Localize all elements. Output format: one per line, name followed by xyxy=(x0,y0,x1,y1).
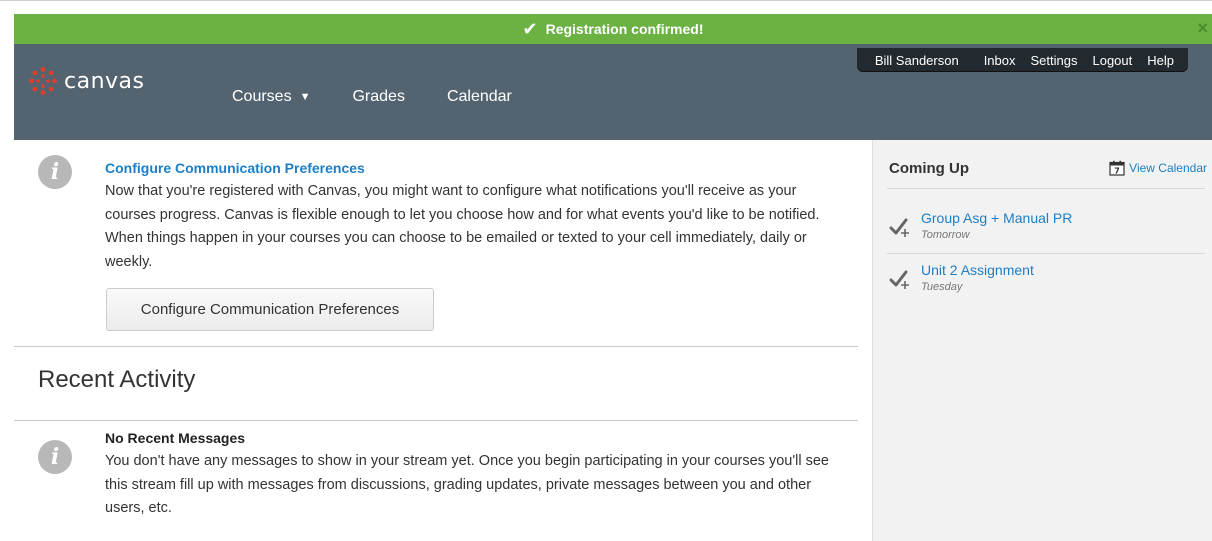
sidebar-divider xyxy=(887,253,1205,254)
banner-message: Registration confirmed! xyxy=(545,21,704,37)
assignment-check-icon xyxy=(889,270,909,289)
nav-courses-label: Courses xyxy=(232,88,292,105)
registration-banner: ✔ Registration confirmed! × xyxy=(14,14,1212,44)
inbox-link[interactable]: Inbox xyxy=(984,53,1016,68)
canvas-app: ✔ Registration confirmed! × canvas Cours… xyxy=(14,14,1212,541)
checkmark-icon: ✔ xyxy=(522,19,538,39)
dashboard-main: i Configure Communication Preferences No… xyxy=(14,140,872,541)
view-calendar-label: View Calendar xyxy=(1129,161,1207,175)
user-menu-bar: Bill Sanderson Inbox Settings Logout Hel… xyxy=(856,48,1188,72)
close-icon[interactable]: × xyxy=(1197,19,1208,37)
nav-courses[interactable]: Courses ▼ xyxy=(232,88,310,106)
logout-link[interactable]: Logout xyxy=(1092,53,1132,68)
global-header: canvas Courses ▼ Grades Calendar Bill Sa… xyxy=(14,44,1212,140)
nav-grades-label: Grades xyxy=(352,88,405,105)
canvas-logo-icon xyxy=(29,67,57,95)
coming-up-item-date: Tomorrow xyxy=(921,229,970,241)
configure-preferences-button[interactable]: Configure Communication Preferences xyxy=(106,288,434,331)
chevron-down-icon: ▼ xyxy=(299,91,311,103)
main-nav: Courses ▼ Grades Calendar xyxy=(232,88,554,106)
recent-activity-heading: Recent Activity xyxy=(38,366,196,393)
nav-calendar-label: Calendar xyxy=(446,88,512,105)
configure-preferences-link[interactable]: Configure Communication Preferences xyxy=(105,160,365,176)
coming-up-item-name[interactable]: Group Asg + Manual PR xyxy=(921,210,1072,226)
sidebar-divider xyxy=(887,188,1205,189)
view-calendar-link[interactable]: 7 View Calendar xyxy=(1109,160,1207,176)
coming-up-item[interactable]: Group Asg + Manual PR Tomorrow xyxy=(889,210,1072,241)
no-messages-title: No Recent Messages xyxy=(105,430,246,446)
right-sidebar: Coming Up 7 View Calendar Group Asg + Ma… xyxy=(872,140,1212,541)
info-icon: i xyxy=(38,440,72,474)
settings-link[interactable]: Settings xyxy=(1031,53,1078,68)
coming-up-item[interactable]: Unit 2 Assignment Tuesday xyxy=(889,262,1034,293)
coming-up-item-date: Tuesday xyxy=(921,281,963,293)
nav-grades[interactable]: Grades xyxy=(352,88,404,106)
no-messages-body: You don't have any messages to show in y… xyxy=(105,453,829,516)
coming-up-item-name[interactable]: Unit 2 Assignment xyxy=(921,262,1034,278)
section-divider xyxy=(14,420,858,421)
help-link[interactable]: Help xyxy=(1147,53,1174,68)
canvas-logo-text: canvas xyxy=(64,68,145,94)
user-name-link[interactable]: Bill Sanderson xyxy=(875,53,959,68)
notice-body-text: Now that you're registered with Canvas, … xyxy=(105,183,820,270)
assignment-check-icon xyxy=(889,218,909,237)
coming-up-heading: Coming Up xyxy=(889,160,969,177)
calendar-day-number: 7 xyxy=(1114,166,1120,175)
calendar-icon: 7 xyxy=(1109,160,1125,176)
canvas-logo[interactable]: canvas xyxy=(28,66,144,96)
window-top-border xyxy=(0,0,1212,1)
section-divider xyxy=(14,346,858,347)
info-icon: i xyxy=(38,155,72,189)
nav-calendar[interactable]: Calendar xyxy=(447,88,512,106)
